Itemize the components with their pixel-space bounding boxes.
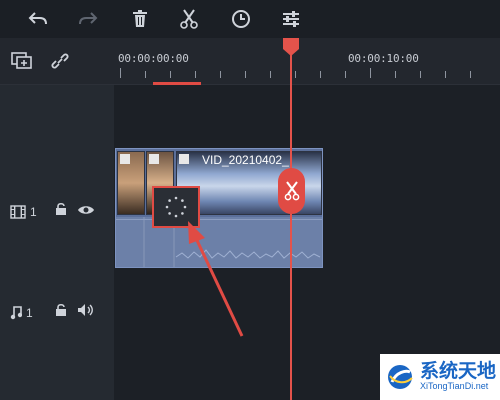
watermark-main-text: 系统天地 [420,360,497,382]
annotation-arrow [188,221,244,337]
watermark-logo: 系统天地 XiTongTianDi.net [380,354,500,400]
watermark-emblem-icon [388,365,413,389]
watermark-sub-text: XiTongTianDi.net [420,380,489,391]
